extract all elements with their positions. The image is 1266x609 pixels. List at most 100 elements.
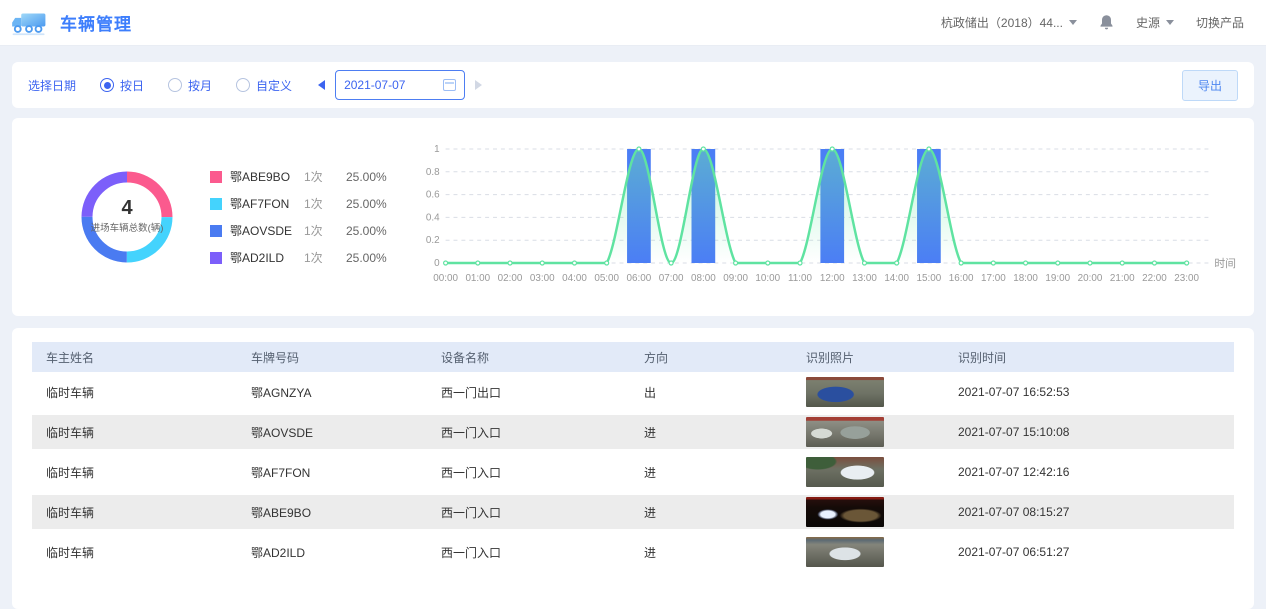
radio-custom[interactable]: 自定义	[236, 77, 292, 94]
page-title: 车辆管理	[60, 10, 132, 35]
owner-cell: 临时车辆	[32, 504, 237, 521]
radio-by-day[interactable]: 按日	[100, 77, 144, 94]
legend-plate: 鄂ABE9BO	[230, 168, 304, 185]
table-row: 临时车辆鄂AF7FON西一门入口进2021-07-07 12:42:16	[32, 452, 1234, 492]
direction-cell: 进	[630, 504, 792, 521]
table-header-row: 车主姓名 车牌号码 设备名称 方向 识别照片 识别时间	[32, 342, 1234, 372]
recognition-photo[interactable]	[806, 417, 884, 447]
radio-custom-label: 自定义	[256, 77, 292, 94]
col-time: 识别时间	[944, 349, 1234, 366]
legend-count: 1次	[304, 249, 346, 266]
svg-text:04:00: 04:00	[562, 273, 587, 284]
recognition-photo[interactable]	[806, 457, 884, 487]
svg-text:22:00: 22:00	[1142, 273, 1167, 284]
legend-item[interactable]: 鄂ABE9BO1次25.00%	[210, 168, 387, 185]
recognition-photo[interactable]	[806, 537, 884, 567]
company-selector-label: 杭政储出（2018）44...	[941, 14, 1063, 31]
legend-count: 1次	[304, 222, 346, 239]
plate-cell: 鄂AF7FON	[237, 464, 427, 481]
time-cell: 2021-07-07 15:10:08	[944, 425, 1234, 439]
donut-chart: 4 进场车辆总数(辆)	[74, 164, 180, 270]
photo-cell	[792, 497, 944, 527]
recognition-photo[interactable]	[806, 497, 884, 527]
svg-text:时间: 时间	[1214, 257, 1236, 270]
photo-cell	[792, 537, 944, 567]
legend-percent: 25.00%	[346, 170, 387, 184]
col-photo: 识别照片	[792, 349, 944, 366]
table-row: 临时车辆鄂AD2ILD西一门入口进2021-07-07 06:51:27	[32, 532, 1234, 572]
plate-cell: 鄂ABE9BO	[237, 504, 427, 521]
chevron-down-icon	[1069, 20, 1077, 25]
legend-percent: 25.00%	[346, 224, 387, 238]
entry-trend-chart: 00.20.40.60.8100:0001:0002:0003:0004:000…	[412, 131, 1242, 303]
app-header: 车辆管理 杭政储出（2018）44... 史源 切换产品	[0, 0, 1266, 46]
radio-by-month-label: 按月	[188, 77, 212, 94]
time-cell: 2021-07-07 12:42:16	[944, 465, 1234, 479]
svg-text:03:00: 03:00	[530, 273, 555, 284]
company-selector[interactable]: 杭政储出（2018）44...	[941, 14, 1077, 31]
prev-day-arrow[interactable]	[318, 80, 325, 90]
owner-cell: 临时车辆	[32, 544, 237, 561]
legend-swatch	[210, 171, 222, 183]
legend-plate: 鄂AF7FON	[230, 195, 304, 212]
col-owner: 车主姓名	[32, 349, 237, 366]
svg-text:21:00: 21:00	[1110, 273, 1135, 284]
table-row: 临时车辆鄂AOVSDE西一门入口进2021-07-07 15:10:08	[32, 412, 1234, 452]
legend-item[interactable]: 鄂AD2ILD1次25.00%	[210, 249, 387, 266]
legend-item[interactable]: 鄂AOVSDE1次25.00%	[210, 222, 387, 239]
svg-text:09:00: 09:00	[723, 273, 748, 284]
legend-count: 1次	[304, 195, 346, 212]
switch-product-link[interactable]: 切换产品	[1196, 14, 1244, 31]
legend-swatch	[210, 198, 222, 210]
svg-text:17:00: 17:00	[981, 273, 1006, 284]
device-cell: 西一门入口	[427, 504, 630, 521]
svg-text:13:00: 13:00	[852, 273, 877, 284]
svg-text:20:00: 20:00	[1078, 273, 1103, 284]
legend-swatch	[210, 225, 222, 237]
svg-text:06:00: 06:00	[627, 273, 652, 284]
notification-button[interactable]	[1099, 14, 1114, 31]
line-chart-svg: 00.20.40.60.8100:0001:0002:0003:0004:000…	[412, 131, 1242, 303]
plate-cell: 鄂AOVSDE	[237, 424, 427, 441]
recognition-table-panel: 车主姓名 车牌号码 设备名称 方向 识别照片 识别时间 临时车辆鄂AGNZYA西…	[12, 328, 1254, 609]
radio-by-month[interactable]: 按月	[168, 77, 212, 94]
svg-text:14:00: 14:00	[884, 273, 909, 284]
svg-text:02:00: 02:00	[498, 273, 523, 284]
table-row: 临时车辆鄂AGNZYA西一门出口出2021-07-07 16:52:53	[32, 372, 1234, 412]
svg-text:10:00: 10:00	[755, 273, 780, 284]
export-button[interactable]: 导出	[1182, 70, 1238, 101]
col-plate: 车牌号码	[237, 349, 427, 366]
entry-total-donut: 4 进场车辆总数(辆) 鄂ABE9BO1次25.00%鄂AF7FON1次25.0…	[12, 163, 412, 271]
col-device: 设备名称	[427, 349, 630, 366]
bell-icon	[1099, 14, 1114, 31]
next-day-arrow[interactable]	[475, 80, 482, 90]
date-mode-radio-group: 按日 按月 自定义	[100, 77, 316, 94]
svg-text:12:00: 12:00	[820, 273, 845, 284]
owner-cell: 临时车辆	[32, 464, 237, 481]
date-input[interactable]	[344, 78, 430, 92]
date-picker[interactable]	[335, 70, 465, 100]
table-body: 临时车辆鄂AGNZYA西一门出口出2021-07-07 16:52:53临时车辆…	[32, 372, 1234, 572]
device-cell: 西一门出口	[427, 384, 630, 401]
recognition-photo[interactable]	[806, 377, 884, 407]
statistics-panel: 4 进场车辆总数(辆) 鄂ABE9BO1次25.00%鄂AF7FON1次25.0…	[12, 118, 1254, 316]
photo-cell	[792, 377, 944, 407]
time-cell: 2021-07-07 06:51:27	[944, 545, 1234, 559]
legend-percent: 25.00%	[346, 251, 387, 265]
plate-cell: 鄂AGNZYA	[237, 384, 427, 401]
calendar-icon[interactable]	[443, 79, 456, 91]
date-filter-bar: 选择日期 按日 按月 自定义 导出	[12, 62, 1254, 108]
time-cell: 2021-07-07 08:15:27	[944, 505, 1234, 519]
donut-center-label: 进场车辆总数(辆)	[91, 222, 164, 234]
legend-item[interactable]: 鄂AF7FON1次25.00%	[210, 195, 387, 212]
legend-count: 1次	[304, 168, 346, 185]
radio-icon	[236, 78, 250, 92]
time-cell: 2021-07-07 16:52:53	[944, 385, 1234, 399]
owner-cell: 临时车辆	[32, 424, 237, 441]
table-row: 临时车辆鄂ABE9BO西一门入口进 2021-07-07 08:15:27	[32, 492, 1234, 532]
chevron-down-icon	[1166, 20, 1174, 25]
user-menu[interactable]: 史源	[1136, 14, 1174, 31]
device-cell: 西一门入口	[427, 424, 630, 441]
legend-plate: 鄂AD2ILD	[230, 249, 304, 266]
device-cell: 西一门入口	[427, 544, 630, 561]
